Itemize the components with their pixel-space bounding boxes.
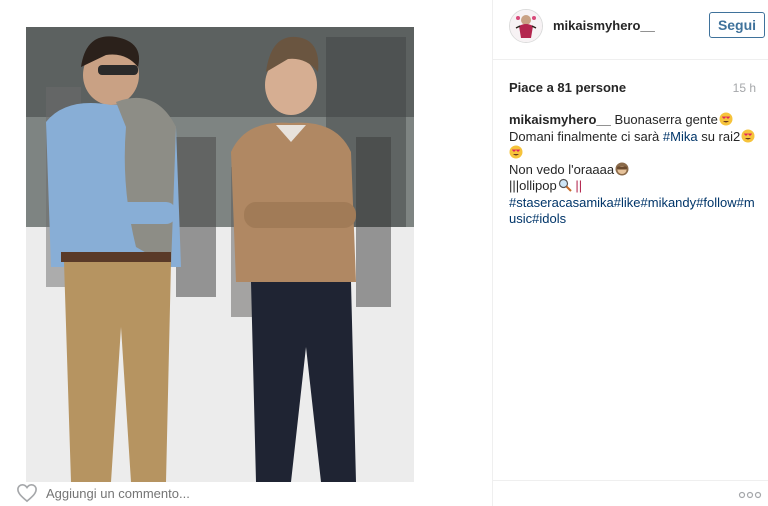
post-caption: mikaismyhero__ Buonaserra gente Domani f… xyxy=(509,112,759,228)
caption-line-3 xyxy=(509,145,759,162)
caption-text-1: Buonaserra gente xyxy=(614,112,718,127)
caption-text-5a: |||ollipop xyxy=(509,178,557,193)
avatar-image xyxy=(510,10,542,42)
photo-illustration xyxy=(26,27,414,482)
heart-eyes-emoji-icon xyxy=(509,145,523,159)
heart-icon[interactable] xyxy=(16,483,38,503)
more-options-icon[interactable] xyxy=(738,491,762,499)
magnifier-emoji-icon xyxy=(558,178,572,192)
caption-hashtag-mika[interactable]: #Mika xyxy=(663,129,698,144)
post-header: mikaismyhero__ Segui xyxy=(493,0,768,60)
caption-line-1: mikaismyhero__ Buonaserra gente xyxy=(509,112,759,129)
caption-username[interactable]: mikaismyhero__ xyxy=(509,112,611,127)
follow-button[interactable]: Segui xyxy=(709,12,765,38)
post-username[interactable]: mikaismyhero__ xyxy=(553,18,655,33)
user-avatar[interactable] xyxy=(509,9,543,43)
heart-eyes-emoji-icon xyxy=(741,129,755,142)
likes-count[interactable]: Piace a 81 persone xyxy=(509,80,626,95)
caption-text-2a: Domani finalmente ci sarà xyxy=(509,128,663,144)
caption-line-4: Non vedo l'oraaaa xyxy=(509,162,759,179)
comment-input[interactable] xyxy=(46,486,216,501)
post-image-area xyxy=(0,0,492,506)
post-footer xyxy=(493,480,768,506)
see-no-evil-emoji-icon xyxy=(615,162,629,175)
caption-text-4: Non vedo l'oraaaa xyxy=(509,161,615,177)
caption-line-2: Domani finalmente ci sarà #Mika su rai2 xyxy=(509,129,759,146)
caption-line-5: |||ollipop || xyxy=(509,178,759,195)
caption-text-2b: su rai2 xyxy=(697,128,741,144)
caption-hashtags-2[interactable]: usic#idols xyxy=(509,211,759,228)
post-side-panel: mikaismyhero__ Segui Piace a 81 persone … xyxy=(492,0,768,506)
caption-hashtags-1[interactable]: #staseracasamika#like#mikandy#follow#m xyxy=(509,195,759,212)
caption-text-5b: || xyxy=(575,178,583,193)
post-timestamp[interactable]: 15 h xyxy=(733,81,756,95)
heart-eyes-emoji-icon xyxy=(719,112,733,126)
post-photo[interactable] xyxy=(26,27,414,482)
